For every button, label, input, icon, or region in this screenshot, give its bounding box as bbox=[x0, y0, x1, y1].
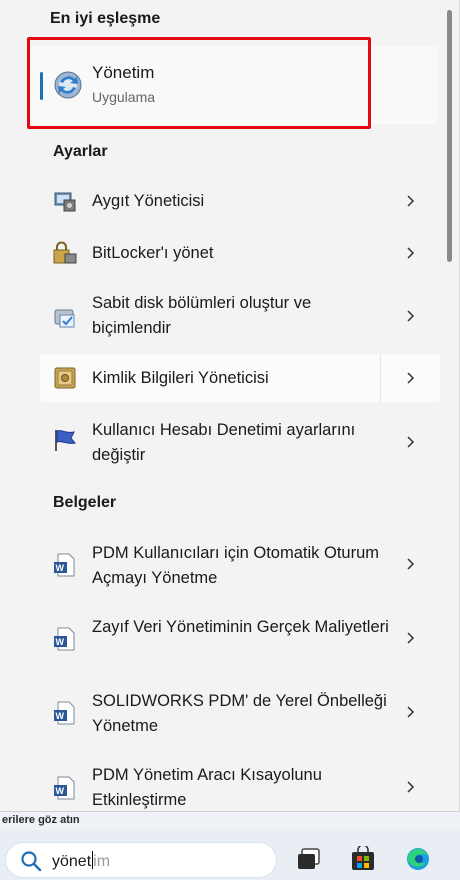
edge-browser-icon[interactable] bbox=[405, 846, 431, 872]
document-item-label: Zayıf Veri Yönetiminin Gerçek Maliyetler… bbox=[92, 618, 389, 636]
chevron-right-icon bbox=[407, 247, 415, 259]
chevron-right-icon[interactable] bbox=[404, 372, 416, 384]
chevron-right-icon bbox=[407, 558, 415, 570]
word-document-icon: W bbox=[54, 776, 75, 800]
credential-vault-icon bbox=[54, 367, 76, 389]
uac-flag-icon bbox=[55, 430, 76, 451]
search-input[interactable]: yönet im bbox=[5, 842, 277, 878]
settings-item-label: Sabit disk bölümleri oluştur ve biçimlen… bbox=[92, 294, 312, 337]
document-item[interactable]: W SOLIDWORKS PDM' de Yerel Önbelleği Yön… bbox=[40, 675, 440, 749]
task-view-icon[interactable] bbox=[296, 846, 322, 872]
bitlocker-icon bbox=[53, 241, 77, 264]
settings-item-uac[interactable]: Kullanıcı Hesabı Denetimi ayarlarını değ… bbox=[40, 405, 440, 479]
best-match-heading: En iyi eşleşme bbox=[50, 10, 161, 27]
word-document-icon: W bbox=[54, 627, 75, 651]
search-text: yönet im bbox=[52, 851, 110, 871]
chevron-right-icon bbox=[407, 195, 415, 207]
settings-heading: Ayarlar bbox=[53, 143, 108, 160]
documents-heading: Belgeler bbox=[53, 494, 117, 511]
settings-item-bitlocker[interactable]: BitLocker'ı yönet bbox=[40, 227, 440, 279]
settings-item-label: BitLocker'ı yönet bbox=[92, 244, 214, 262]
chevron-right-icon bbox=[407, 781, 415, 793]
svg-text:W: W bbox=[56, 711, 65, 721]
word-document-icon: W bbox=[54, 701, 75, 725]
search-icon bbox=[21, 851, 42, 872]
settings-item-disk-partition[interactable]: Sabit disk bölümleri oluştur ve biçimlen… bbox=[40, 279, 440, 353]
chevron-right-icon bbox=[407, 706, 415, 718]
browse-hint-text: erilere göz atın bbox=[2, 814, 80, 826]
document-item-label: SOLIDWORKS PDM' de Yerel Önbelleği Yönet… bbox=[92, 692, 387, 735]
device-manager-icon bbox=[54, 192, 76, 212]
document-item[interactable]: W Zayıf Veri Yönetiminin Gerçek Maliyetl… bbox=[40, 601, 440, 675]
chevron-right-icon bbox=[407, 632, 415, 644]
svg-text:W: W bbox=[56, 563, 65, 573]
svg-text:W: W bbox=[56, 786, 65, 796]
settings-item-device-manager[interactable]: Aygıt Yöneticisi bbox=[40, 175, 440, 227]
red-highlight-box bbox=[27, 37, 371, 129]
settings-item-label: Kullanıcı Hesabı Denetimi ayarlarını değ… bbox=[92, 421, 356, 464]
document-item-label: PDM Yönetim Aracı Kısayolunu Etkinleştir… bbox=[92, 766, 322, 809]
svg-text:W: W bbox=[56, 637, 65, 647]
document-item[interactable]: W PDM Kullanıcıları için Otomatik Oturum… bbox=[40, 527, 440, 601]
chevron-right-icon bbox=[407, 436, 415, 448]
scrollbar-thumb[interactable] bbox=[447, 10, 452, 262]
settings-item-label: Kimlik Bilgileri Yöneticisi bbox=[92, 369, 269, 387]
taskbar: yönet im bbox=[0, 830, 460, 880]
settings-item-label: Aygıt Yöneticisi bbox=[92, 192, 205, 210]
search-results-panel: En iyi eşleşme Yönetim Uygulama Ayarlar … bbox=[0, 0, 460, 812]
document-item-label: PDM Kullanıcıları için Otomatik Oturum A… bbox=[92, 544, 379, 587]
search-typed-text: yönet bbox=[52, 853, 92, 870]
settings-item-credential-manager[interactable]: Kimlik Bilgileri Yöneticisi bbox=[40, 354, 440, 402]
chevron-right-icon bbox=[407, 310, 415, 322]
word-document-icon: W bbox=[54, 553, 75, 577]
document-item[interactable]: W PDM Yönetim Aracı Kısayolunu Etkinleşt… bbox=[40, 750, 440, 811]
microsoft-store-icon[interactable] bbox=[350, 846, 376, 872]
search-suggestion-text: im bbox=[93, 853, 111, 870]
split-divider bbox=[380, 354, 381, 402]
disk-partition-icon bbox=[54, 309, 75, 328]
